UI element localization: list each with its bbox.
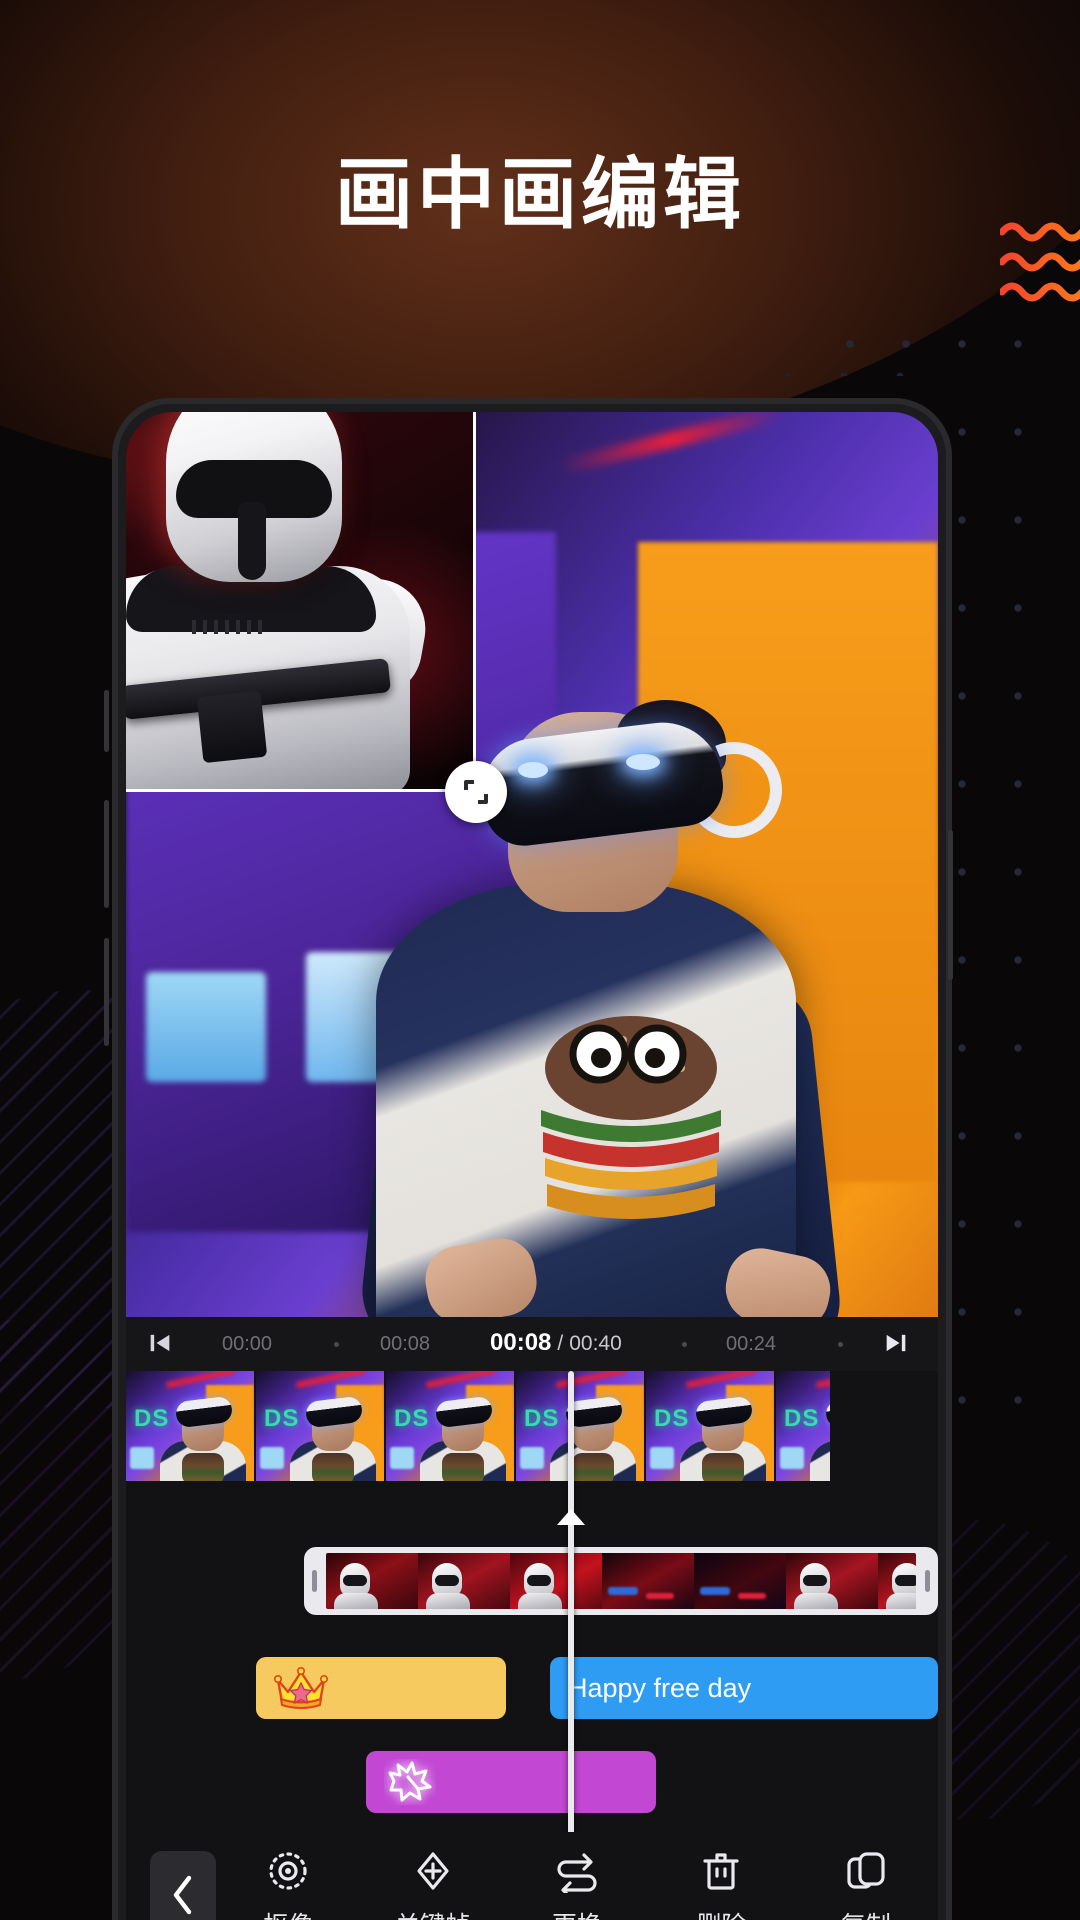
main-track-thumbnail: DS (776, 1371, 830, 1481)
crown-sticker-icon (273, 1666, 328, 1710)
sticker-clip[interactable] (256, 1657, 506, 1719)
effect-spark-icon (384, 1759, 436, 1805)
pip-track-thumbnail (786, 1553, 878, 1609)
bottom-toolbar: 抠像 关键帧 更换 (126, 1832, 938, 1920)
keyframe-icon (410, 1848, 456, 1894)
phone-side-button-mute (104, 690, 109, 752)
page-title: 画中画编辑 (334, 150, 745, 238)
pip-track-thumbnail (878, 1553, 916, 1609)
skip-previous-icon (150, 1334, 170, 1352)
pip-track-thumbnail (602, 1553, 694, 1609)
current-time: 00:08 (490, 1329, 552, 1356)
chevron-left-icon (173, 1875, 192, 1915)
tool-keyframe[interactable]: 关键帧 (360, 1848, 504, 1920)
tool-replace-label: 更换 (552, 1906, 602, 1920)
tool-keyframe-label: 关键帧 (395, 1906, 470, 1920)
video-preview[interactable] (126, 412, 938, 1317)
ruler-tick-2: 00:24 (726, 1333, 777, 1355)
copy-icon (843, 1848, 889, 1894)
phone-side-button-volume-down (104, 938, 109, 1046)
tool-delete[interactable]: 删除 (649, 1848, 793, 1920)
tool-delete-label: 删除 (696, 1906, 746, 1920)
current-time-display: 00:08 / 00:40 (490, 1329, 622, 1357)
tool-copy[interactable]: 复制 (794, 1848, 938, 1920)
main-track-thumbnail: DS (386, 1371, 514, 1481)
skip-previous-button[interactable] (146, 1329, 174, 1363)
pip-trim-handle-right[interactable] (925, 1570, 930, 1592)
pip-track-thumbnail (418, 1553, 510, 1609)
dot-grid-decoration-top (760, 332, 950, 376)
effect-clip[interactable] (366, 1751, 656, 1813)
main-track-thumbnail: DS (646, 1371, 774, 1481)
pip-track-selected[interactable] (304, 1547, 938, 1615)
time-separator: / (557, 1332, 564, 1355)
pip-track-thumbnail (694, 1553, 786, 1609)
preview-monitor-a (146, 972, 266, 1082)
time-ruler[interactable]: 00:00 00:08 00:08 / 00:40 00:24 (126, 1317, 938, 1371)
pip-resize-button[interactable] (445, 761, 507, 823)
replace-icon (554, 1848, 600, 1894)
ruler-tick-0: 00:00 (222, 1333, 273, 1355)
main-track-thumbnail: DS (516, 1371, 644, 1481)
skip-next-icon (886, 1334, 906, 1352)
phone-side-button-volume-up (104, 800, 109, 908)
total-time: 00:40 (569, 1332, 622, 1355)
pip-trim-handle-left[interactable] (312, 1570, 317, 1592)
vr-led-left (518, 762, 548, 778)
tool-replace[interactable]: 更换 (505, 1848, 649, 1920)
pip-track-thumbnail (326, 1553, 418, 1609)
pip-track-thumbnails (326, 1553, 916, 1609)
tool-cutout-label: 抠像 (263, 1906, 313, 1920)
skip-next-button[interactable] (882, 1329, 910, 1363)
ruler-dot-2 (682, 1342, 687, 1347)
cutout-icon (265, 1848, 311, 1894)
phone-screen: 00:00 00:08 00:08 / 00:40 00:24 DS DS DS DS… (126, 412, 938, 1920)
main-track-thumbnail: DS (126, 1371, 254, 1481)
shirt-burger-graphic (531, 1012, 731, 1222)
resize-corner-icon (464, 780, 488, 804)
pip-selection-frame (126, 412, 476, 792)
pip-track-thumbnail (510, 1553, 602, 1609)
back-button[interactable] (150, 1851, 216, 1920)
ruler-tick-1: 00:08 (380, 1333, 431, 1355)
vr-led-right (626, 754, 660, 770)
text-clip[interactable]: Happy free day (550, 1657, 938, 1719)
pip-overlay[interactable] (126, 412, 507, 823)
tool-copy-label: 复制 (841, 1906, 891, 1920)
main-track-thumbnail: DS (256, 1371, 384, 1481)
phone-side-button-power (948, 830, 953, 980)
phone-mockup: 00:00 00:08 00:08 / 00:40 00:24 DS DS DS DS… (112, 398, 952, 1920)
text-clip-label: Happy free day (568, 1672, 752, 1703)
main-video-track[interactable]: DS DS DS DS DS DS (126, 1371, 830, 1481)
tool-cutout[interactable]: 抠像 (216, 1848, 360, 1920)
ruler-dot-1 (334, 1342, 339, 1347)
trash-icon (698, 1848, 744, 1894)
playhead-caret (557, 1509, 585, 1525)
ruler-dot-3 (838, 1342, 843, 1347)
